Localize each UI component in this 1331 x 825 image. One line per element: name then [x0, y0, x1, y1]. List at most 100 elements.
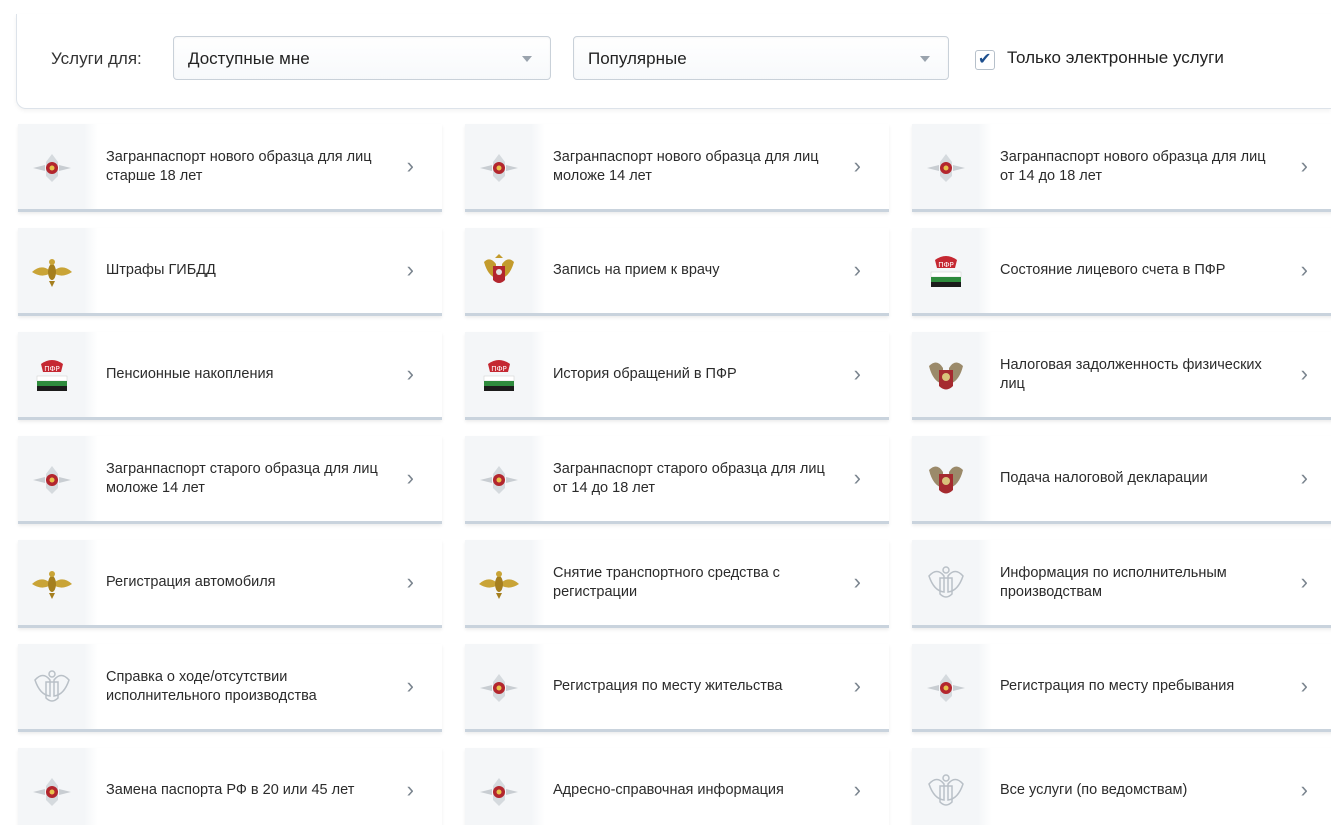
service-title: Регистрация по месту пребывания	[1000, 678, 1235, 694]
service-title: Регистрация автомобиля	[106, 574, 276, 590]
service-card[interactable]: Штрафы ГИБДД ›	[18, 228, 442, 316]
chevron-right-icon: ›	[406, 361, 414, 386]
service-card[interactable]: ПФР Состояние лицевого счета в ПФР ›	[912, 228, 1331, 316]
fms-emblem-icon	[925, 668, 967, 708]
svg-text:ПФР: ПФР	[938, 261, 954, 269]
chevron-right-icon: ›	[406, 673, 414, 698]
service-card[interactable]: Все услуги (по ведомствам) ›	[912, 748, 1331, 825]
service-title: Справка о ходе/отсутствии исполнительног…	[106, 668, 317, 704]
service-card[interactable]: ПФР Пенсионные накопления ›	[18, 332, 442, 420]
chevron-right-icon: ›	[406, 153, 414, 178]
service-card[interactable]: ПФР История обращений в ПФР ›	[465, 332, 889, 420]
service-title: Адресно-справочная информация	[553, 782, 784, 798]
fms-emblem-icon	[478, 668, 520, 708]
service-card[interactable]: Загранпаспорт старого образца для лиц мо…	[18, 436, 442, 524]
service-title: Информация по исполнительным производств…	[1000, 564, 1227, 600]
chevron-right-icon: ›	[853, 361, 861, 386]
service-title: Замена паспорта РФ в 20 или 45 лет	[106, 782, 355, 798]
fms-emblem-icon	[478, 460, 520, 500]
service-title: Загранпаспорт нового образца для лиц мол…	[553, 148, 819, 184]
service-card[interactable]: Подача налоговой декларации ›	[912, 436, 1331, 524]
pfr-logo-icon: ПФР	[925, 252, 967, 292]
service-card[interactable]: Замена паспорта РФ в 20 или 45 лет ›	[18, 748, 442, 825]
service-card[interactable]: Загранпаспорт нового образца для лиц от …	[912, 124, 1331, 212]
service-card[interactable]: Информация по исполнительным производств…	[912, 540, 1331, 628]
chevron-down-icon	[920, 56, 930, 62]
fns-emblem-icon	[925, 356, 967, 396]
chevron-right-icon: ›	[406, 777, 414, 802]
fssp-emblem-icon	[925, 772, 967, 812]
service-card[interactable]: Загранпаспорт нового образца для лиц мол…	[465, 124, 889, 212]
fms-emblem-icon	[478, 772, 520, 812]
service-title: Снятие транспортного средства с регистра…	[553, 564, 780, 600]
audience-select-value: Доступные мне	[188, 49, 310, 68]
service-title: Состояние лицевого счета в ПФР	[1000, 262, 1226, 278]
chevron-right-icon: ›	[406, 569, 414, 594]
fms-emblem-icon	[31, 148, 73, 188]
chevron-right-icon: ›	[1300, 465, 1308, 490]
pfr-logo-icon: ПФР	[478, 356, 520, 396]
fms-emblem-icon	[478, 148, 520, 188]
mvd-eagle-icon	[478, 564, 520, 604]
service-card[interactable]: Загранпаспорт нового образца для лиц ста…	[18, 124, 442, 212]
chevron-right-icon: ›	[853, 777, 861, 802]
chevron-right-icon: ›	[853, 569, 861, 594]
services-grid: Загранпаспорт нового образца для лиц ста…	[18, 124, 1331, 825]
svg-text:ПФР: ПФР	[491, 365, 507, 373]
fms-emblem-icon	[925, 148, 967, 188]
sort-select[interactable]: Популярные	[573, 36, 949, 80]
services-page: Услуги для: Доступные мне Популярные ✔ Т…	[0, 0, 1331, 825]
service-card[interactable]: Загранпаспорт старого образца для лиц от…	[465, 436, 889, 524]
filter-label: Услуги для:	[51, 49, 142, 68]
service-card[interactable]: Регистрация по месту пребывания ›	[912, 644, 1331, 732]
service-card[interactable]: Справка о ходе/отсутствии исполнительног…	[18, 644, 442, 732]
fms-emblem-icon	[31, 772, 73, 812]
electronic-only-label[interactable]: Только электронные услуги	[1007, 48, 1224, 68]
service-title: Пенсионные накопления	[106, 366, 274, 382]
chevron-right-icon: ›	[406, 257, 414, 282]
pfr-logo-icon: ПФР	[31, 356, 73, 396]
electronic-only-checkbox[interactable]: ✔	[975, 50, 995, 70]
service-title: Загранпаспорт нового образца для лиц ста…	[106, 148, 372, 184]
chevron-right-icon: ›	[853, 257, 861, 282]
service-card[interactable]: Налоговая задолженность физических лиц ›	[912, 332, 1331, 420]
chevron-right-icon: ›	[853, 673, 861, 698]
fssp-emblem-icon	[31, 668, 73, 708]
audience-select[interactable]: Доступные мне	[173, 36, 551, 80]
chevron-right-icon: ›	[406, 465, 414, 490]
mvd-eagle-icon	[31, 564, 73, 604]
chevron-right-icon: ›	[1300, 569, 1308, 594]
service-title: История обращений в ПФР	[553, 366, 737, 382]
service-card[interactable]: Снятие транспортного средства с регистра…	[465, 540, 889, 628]
coat-of-arms-icon	[478, 252, 520, 292]
filter-bar: Услуги для: Доступные мне Популярные ✔ Т…	[16, 14, 1331, 109]
service-title: Загранпаспорт нового образца для лиц от …	[1000, 148, 1266, 184]
service-title: Все услуги (по ведомствам)	[1000, 782, 1188, 798]
chevron-right-icon: ›	[853, 465, 861, 490]
service-card[interactable]: Адресно-справочная информация ›	[465, 748, 889, 825]
service-title: Загранпаспорт старого образца для лиц мо…	[106, 460, 378, 496]
service-title: Загранпаспорт старого образца для лиц от…	[553, 460, 825, 496]
svg-text:ПФР: ПФР	[44, 365, 60, 373]
fns-emblem-icon	[925, 460, 967, 500]
fms-emblem-icon	[31, 460, 73, 500]
service-title: Налоговая задолженность физических лиц	[1000, 356, 1262, 392]
service-card[interactable]: Регистрация автомобиля ›	[18, 540, 442, 628]
chevron-right-icon: ›	[1300, 257, 1308, 282]
chevron-right-icon: ›	[853, 153, 861, 178]
chevron-down-icon	[522, 56, 532, 62]
checkmark-icon: ✔	[978, 51, 992, 68]
sort-select-value: Популярные	[588, 49, 687, 68]
service-title: Регистрация по месту жительства	[553, 678, 783, 694]
service-card[interactable]: Запись на прием к врачу ›	[465, 228, 889, 316]
mvd-eagle-icon	[31, 252, 73, 292]
chevron-right-icon: ›	[1300, 361, 1308, 386]
chevron-right-icon: ›	[1300, 673, 1308, 698]
chevron-right-icon: ›	[1300, 153, 1308, 178]
service-title: Подача налоговой декларации	[1000, 470, 1208, 486]
chevron-right-icon: ›	[1300, 777, 1308, 802]
service-title: Штрафы ГИБДД	[106, 262, 216, 278]
fssp-emblem-icon	[925, 564, 967, 604]
service-title: Запись на прием к врачу	[553, 262, 720, 278]
service-card[interactable]: Регистрация по месту жительства ›	[465, 644, 889, 732]
